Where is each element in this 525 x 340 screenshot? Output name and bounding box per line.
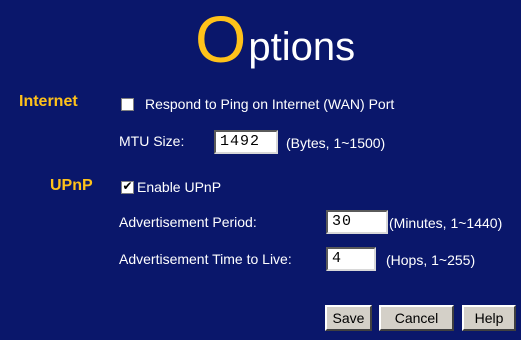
mtu-label: MTU Size:: [119, 133, 185, 149]
mtu-input[interactable]: 1492: [214, 130, 278, 154]
adv-ttl-input[interactable]: 4: [326, 247, 376, 271]
page-title-initial: O: [195, 2, 247, 76]
internet-section-label: Internet: [19, 93, 78, 110]
ping-check-mark: [122, 96, 133, 107]
save-button[interactable]: Save: [325, 305, 372, 331]
ping-label: Respond to Ping on Internet (WAN) Port: [145, 96, 395, 112]
page-title: O ptions: [195, 2, 355, 72]
cancel-button[interactable]: Cancel: [379, 305, 454, 331]
upnp-check-mark: ✔: [122, 179, 133, 193]
help-button[interactable]: Help: [462, 305, 516, 331]
upnp-section-label: UPnP: [50, 177, 93, 194]
adv-ttl-hint: (Hops, 1~255): [386, 252, 476, 268]
enable-upnp-label: Enable UPnP: [137, 179, 222, 195]
ping-checkbox[interactable]: [121, 98, 134, 111]
enable-upnp-checkbox[interactable]: ✔: [121, 179, 134, 194]
mtu-hint: (Bytes, 1~1500): [286, 135, 386, 151]
adv-period-hint: (Minutes, 1~1440): [389, 215, 503, 231]
page-title-rest: ptions: [248, 25, 356, 69]
options-panel: O ptions Internet Respond to Ping on Int…: [0, 0, 521, 340]
adv-period-input[interactable]: 30: [326, 210, 388, 234]
adv-ttl-label: Advertisement Time to Live:: [119, 251, 292, 267]
adv-period-label: Advertisement Period:: [119, 214, 257, 230]
